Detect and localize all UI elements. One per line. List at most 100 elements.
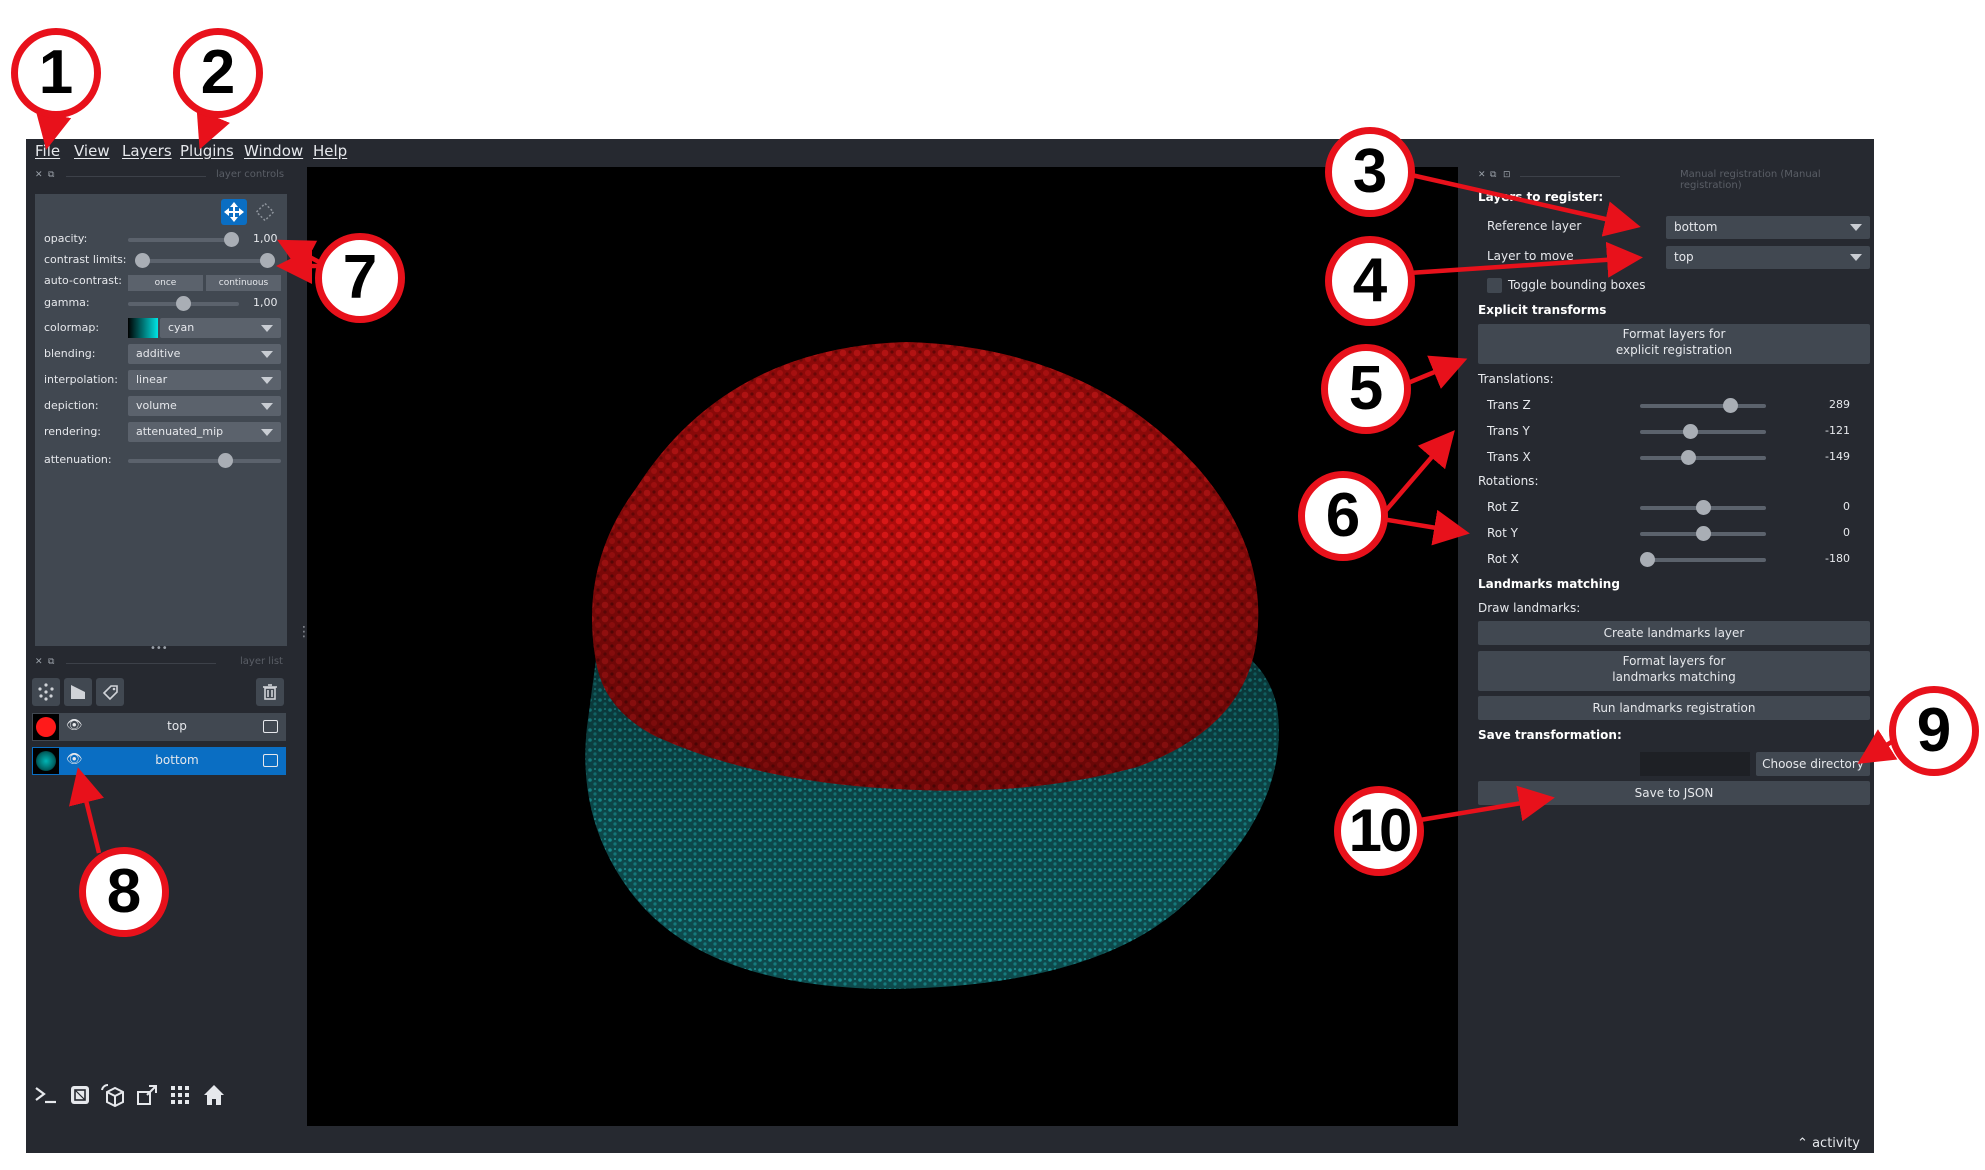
rot-x-slider-handle[interactable] — [1640, 552, 1655, 567]
contrast-limits-slider[interactable] — [135, 259, 275, 263]
format-explicit-button[interactable]: Format layers for explicit registration — [1478, 324, 1870, 364]
activity-toggle[interactable]: ⌃ activity — [1797, 1136, 1860, 1151]
points-icon — [38, 683, 54, 701]
dock-float-icon[interactable]: ⧉ — [1490, 170, 1496, 180]
callout-9: 9 — [1889, 686, 1979, 776]
rendering-dropdown[interactable]: attenuated_mip — [128, 422, 281, 442]
callout-6: 6 — [1298, 471, 1388, 561]
menu-file[interactable]: File — [35, 142, 60, 160]
dock-close-icon[interactable]: ✕ — [35, 170, 43, 180]
trans-z-slider-handle[interactable] — [1723, 398, 1739, 413]
trans-x-label: Trans X — [1487, 450, 1531, 464]
menu-window[interactable]: Window — [244, 142, 303, 160]
trans-x-slider-handle[interactable] — [1681, 450, 1697, 465]
colormap-dropdown[interactable]: cyan — [160, 318, 281, 338]
interpolation-dropdown[interactable]: linear — [128, 370, 281, 390]
auto-contrast-once-button[interactable]: once — [128, 275, 203, 291]
directory-path-field[interactable] — [1640, 752, 1750, 776]
colormap-swatch — [128, 318, 158, 338]
callout-3: 3 — [1325, 127, 1415, 217]
menu-view[interactable]: View — [74, 142, 110, 160]
opacity-slider-handle[interactable] — [224, 232, 239, 247]
rendering-label: rendering: — [44, 425, 102, 438]
format-landmarks-line-2: landmarks matching — [1612, 670, 1736, 684]
pan-zoom-button[interactable] — [221, 199, 247, 225]
splitter-handle[interactable]: ••• — [150, 643, 168, 654]
toggle-bounding-boxes-checkbox[interactable] — [1487, 278, 1502, 293]
opacity-slider[interactable] — [128, 238, 239, 242]
choose-directory-button[interactable]: Choose directory — [1756, 752, 1870, 776]
console-button[interactable] — [32, 1081, 60, 1109]
trans-y-slider[interactable] — [1640, 430, 1766, 434]
trans-y-slider-handle[interactable] — [1683, 424, 1699, 439]
new-labels-layer-button[interactable] — [96, 678, 124, 706]
layer-row-top[interactable]: 👁 top — [32, 713, 286, 741]
contrast-low-handle[interactable] — [135, 253, 150, 268]
run-landmarks-button[interactable]: Run landmarks registration — [1478, 696, 1870, 720]
gamma-label: gamma: — [44, 296, 90, 309]
rot-y-value: 0 — [1843, 526, 1850, 539]
auto-contrast-label: auto-contrast: — [44, 274, 123, 287]
right-dock-splitter[interactable]: ⋮ — [1460, 636, 1474, 652]
visibility-eye-icon[interactable]: 👁 — [66, 718, 83, 733]
reference-layer-dropdown[interactable]: bottom — [1666, 216, 1870, 239]
format-explicit-line-2: explicit registration — [1615, 343, 1733, 357]
auto-contrast-continuous-button[interactable]: continuous — [206, 275, 281, 291]
format-landmarks-line-1: Format layers for — [1622, 654, 1726, 668]
new-points-layer-button[interactable] — [32, 678, 60, 706]
attenuation-slider[interactable] — [128, 459, 281, 463]
chevron-down-icon — [261, 377, 273, 384]
rot-y-slider-handle[interactable] — [1695, 526, 1711, 541]
layer-list-float-icon[interactable]: ⧉ — [48, 657, 54, 667]
dock-hide-icon[interactable]: ⊡ — [1503, 170, 1511, 180]
trans-x-value: -149 — [1825, 450, 1850, 463]
transpose-button[interactable] — [133, 1081, 161, 1109]
depiction-dropdown[interactable]: volume — [128, 396, 281, 416]
contrast-limits-label: contrast limits: — [44, 253, 127, 266]
dock-float-icon[interactable]: ⧉ — [48, 170, 54, 180]
rot-x-slider[interactable] — [1640, 558, 1766, 562]
callout-8: 8 — [79, 847, 169, 937]
layer-thumbnail — [33, 714, 59, 740]
contrast-high-handle[interactable] — [260, 253, 275, 268]
layer-controls-title: layer controls — [216, 169, 285, 180]
layer-list-title: layer list — [240, 656, 283, 667]
colormap-value: cyan — [168, 321, 195, 334]
save-json-button[interactable]: Save to JSON — [1478, 781, 1870, 805]
new-shapes-layer-button[interactable] — [64, 678, 92, 706]
trans-z-value: 289 — [1829, 398, 1850, 411]
left-dock-splitter[interactable]: ⋮ — [297, 624, 311, 640]
delete-layer-button[interactable] — [256, 678, 284, 706]
callout-10: 10 — [1334, 786, 1424, 876]
attenuation-slider-handle[interactable] — [217, 453, 233, 468]
rot-z-slider-handle[interactable] — [1695, 500, 1711, 515]
blending-dropdown[interactable]: additive — [128, 344, 281, 364]
grid-button[interactable] — [166, 1081, 194, 1109]
visibility-eye-icon[interactable]: 👁 — [66, 752, 83, 767]
roll-button[interactable] — [99, 1081, 127, 1109]
gamma-slider-handle[interactable] — [176, 296, 191, 311]
layer-row-bottom[interactable]: 👁 bottom — [32, 747, 286, 775]
trans-z-slider[interactable] — [1640, 404, 1766, 408]
attenuation-label: attenuation: — [44, 453, 112, 466]
menu-help[interactable]: Help — [313, 142, 347, 160]
rot-y-label: Rot Y — [1487, 526, 1518, 540]
layer-list-close-icon[interactable]: ✕ — [35, 657, 43, 667]
create-landmarks-button[interactable]: Create landmarks layer — [1478, 621, 1870, 645]
move-arrows-icon — [224, 202, 244, 222]
layer-to-move-dropdown[interactable]: top — [1666, 246, 1870, 269]
reference-layer-label: Reference layer — [1487, 219, 1582, 233]
viewer-canvas[interactable] — [307, 167, 1458, 1126]
dock-close-icon[interactable]: ✕ — [1478, 170, 1486, 180]
menu-plugins[interactable]: Plugins — [180, 142, 234, 160]
ndisplay-button[interactable] — [66, 1081, 94, 1109]
transform-button[interactable] — [252, 199, 278, 225]
opacity-value: 1,00 — [253, 232, 278, 245]
menu-layers[interactable]: Layers — [122, 142, 172, 160]
callout-7: 7 — [315, 233, 405, 323]
home-button[interactable] — [200, 1081, 228, 1109]
ndisplay-icon — [71, 1086, 89, 1104]
format-landmarks-button[interactable]: Format layers for landmarks matching — [1478, 651, 1870, 691]
trans-x-slider[interactable] — [1640, 456, 1766, 460]
translations-label: Translations: — [1478, 372, 1554, 386]
